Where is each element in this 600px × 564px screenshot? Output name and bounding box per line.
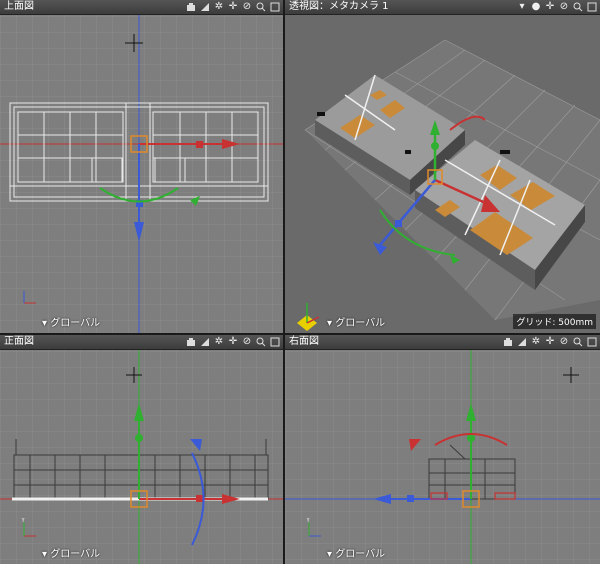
viewport-right[interactable]: 右面図 ✲ ✛ ⊘ Y ▾ グローバル [285, 335, 600, 564]
viewport-title: 右面図 [289, 336, 319, 347]
maximize-icon[interactable] [586, 336, 598, 348]
dolly-icon[interactable] [516, 336, 528, 348]
axis-y-label: Y [305, 518, 311, 524]
axis-indicator: Y [20, 518, 36, 537]
viewport-perspective-titlebar: 透視図：メタカメラ 1 ▾ ● ✛ ⊘ [285, 0, 600, 15]
rotate-icon[interactable]: ✲ [213, 336, 225, 348]
search-icon[interactable] [572, 336, 584, 348]
zoom-icon[interactable]: ⊘ [241, 336, 253, 348]
viewport-right-titlebar: 右面図 ✲ ✛ ⊘ [285, 335, 600, 350]
viewport-perspective-canvas[interactable] [285, 0, 600, 333]
viewport-top-canvas[interactable] [0, 0, 283, 333]
axis-indicator [23, 291, 36, 304]
rotate-icon[interactable]: ✲ [213, 1, 225, 13]
view-dropdown-icon[interactable]: ▾ [516, 1, 528, 13]
maximize-icon[interactable] [269, 336, 281, 348]
maximize-icon[interactable] [586, 1, 598, 13]
dolly-icon[interactable] [199, 1, 211, 13]
dolly-icon[interactable] [199, 336, 211, 348]
search-icon[interactable] [255, 336, 267, 348]
viewport-front-titlebar: 正面図 ✲ ✛ ⊘ [0, 335, 283, 350]
axis-indicator: Y [305, 518, 321, 537]
coordinate-scope-dropdown[interactable]: ▾ グローバル [42, 314, 100, 329]
grid-size-readout: グリッド: 500mm [513, 314, 596, 329]
coordinate-scope-dropdown[interactable]: ▾ グローバル [42, 545, 100, 560]
viewport-right-canvas[interactable] [285, 335, 600, 564]
viewport-front[interactable]: 正面図 ✲ ✛ ⊘ Y ▾ グローバル [0, 335, 283, 564]
shading-icon[interactable]: ● [530, 1, 542, 13]
pan-icon[interactable]: ✛ [227, 336, 239, 348]
viewport-top-titlebar: 上面図 ✲ ✛ ⊘ [0, 0, 283, 15]
viewport-toolbar: ✲ ✛ ⊘ [185, 0, 281, 14]
pan-icon[interactable]: ✛ [544, 1, 556, 13]
coordinate-scope-dropdown[interactable]: ▾ グローバル [327, 314, 385, 329]
pan-icon[interactable]: ✛ [227, 1, 239, 13]
search-icon[interactable] [255, 1, 267, 13]
viewport-front-canvas[interactable] [0, 335, 283, 564]
rotate-icon[interactable]: ✲ [530, 336, 542, 348]
viewport-toolbar: ✲ ✛ ⊘ [502, 335, 598, 349]
viewport-top[interactable]: 上面図 ✲ ✛ ⊘ ▾ グローバル [0, 0, 283, 333]
viewport-title: 透視図：メタカメラ 1 [289, 1, 389, 12]
maximize-icon[interactable] [269, 1, 281, 13]
viewport-toolbar: ▾ ● ✛ ⊘ [516, 0, 598, 14]
viewport-title: 正面図 [4, 336, 34, 347]
camera-icon[interactable] [502, 336, 514, 348]
viewport-toolbar: ✲ ✛ ⊘ [185, 335, 281, 349]
viewport-title: 上面図 [4, 1, 34, 12]
camera-icon[interactable] [185, 1, 197, 13]
search-icon[interactable] [572, 1, 584, 13]
coordinate-scope-dropdown[interactable]: ▾ グローバル [327, 545, 385, 560]
pan-icon[interactable]: ✛ [544, 336, 556, 348]
zoom-icon[interactable]: ⊘ [558, 336, 570, 348]
axis-y-label: Y [20, 518, 26, 524]
zoom-icon[interactable]: ⊘ [241, 1, 253, 13]
axis-indicator [297, 303, 320, 331]
zoom-icon[interactable]: ⊘ [558, 1, 570, 13]
viewport-perspective[interactable]: 透視図：メタカメラ 1 ▾ ● ✛ ⊘ ▾ グローバル グリッド: 500mm [285, 0, 600, 333]
camera-icon[interactable] [185, 336, 197, 348]
